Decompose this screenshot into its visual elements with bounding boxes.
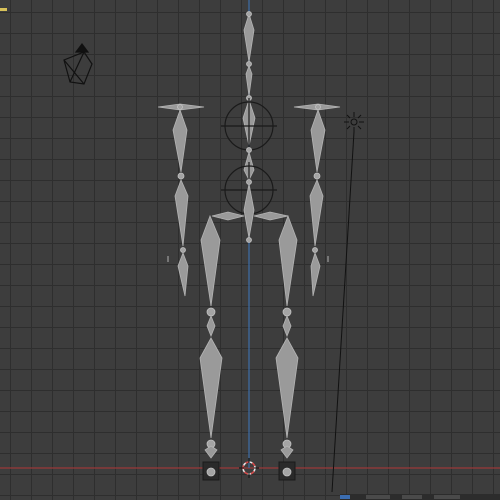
bone-hand-right[interactable] <box>310 251 321 297</box>
joint[interactable] <box>313 172 321 180</box>
bone-knee-left[interactable] <box>206 314 216 338</box>
light-icon[interactable] <box>331 112 364 493</box>
bone-shin-right[interactable] <box>275 337 299 439</box>
joint[interactable] <box>315 104 321 110</box>
viewport-bottom-bar <box>340 494 500 500</box>
joint[interactable] <box>312 247 318 253</box>
joint[interactable] <box>282 467 292 477</box>
bone-foot-right[interactable] <box>280 445 294 459</box>
bottom-bar-indicator <box>366 495 390 499</box>
3d-viewport[interactable] <box>0 0 500 500</box>
bone-neck[interactable] <box>245 64 253 97</box>
bone-forearm-right[interactable] <box>309 178 324 247</box>
bone-upper-arm-left[interactable] <box>172 108 188 173</box>
joint[interactable] <box>177 104 183 110</box>
bone-shin-left[interactable] <box>199 337 223 439</box>
chest-control-circle[interactable] <box>221 98 277 154</box>
joint[interactable] <box>282 307 292 317</box>
camera-icon[interactable] <box>63 43 93 85</box>
joint[interactable] <box>177 172 185 180</box>
bone-knee-right[interactable] <box>282 314 292 338</box>
bottom-bar-indicator <box>340 495 350 499</box>
bone-head[interactable] <box>243 12 255 63</box>
bone-pelvis-left[interactable] <box>211 211 245 221</box>
bottom-bar-indicator <box>434 495 460 499</box>
bone-upper-arm-right[interactable] <box>310 108 326 173</box>
joint[interactable] <box>246 237 252 243</box>
bone-pelvis-right[interactable] <box>253 211 289 221</box>
bone-thigh-left[interactable] <box>200 214 221 307</box>
viewport-scene[interactable] <box>0 0 500 500</box>
joint[interactable] <box>246 11 252 17</box>
joint[interactable] <box>206 467 216 477</box>
bottom-bar-indicator <box>402 495 422 499</box>
joint[interactable] <box>206 307 216 317</box>
bone-forearm-left[interactable] <box>174 178 189 247</box>
bone-thigh-right[interactable] <box>278 214 298 307</box>
bone-foot-left[interactable] <box>204 445 218 459</box>
joint[interactable] <box>246 179 252 185</box>
joint[interactable] <box>180 247 186 253</box>
bone-hips[interactable] <box>243 183 255 239</box>
bone-hand-left[interactable] <box>177 251 189 297</box>
